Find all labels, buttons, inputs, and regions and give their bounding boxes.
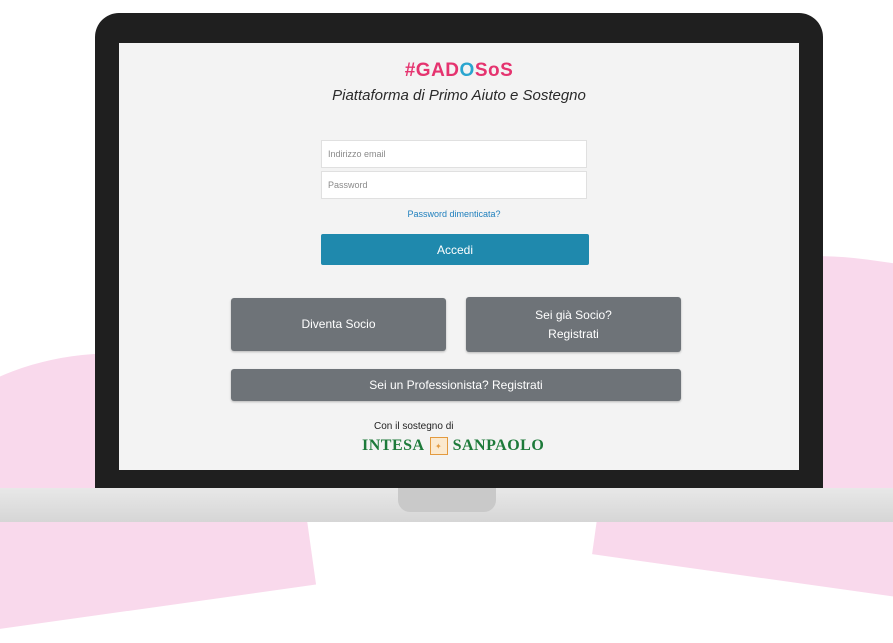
password-field[interactable]: [321, 171, 587, 199]
brand-title-part2: O: [459, 60, 475, 81]
sponsor-name-right: SANPAOLO: [452, 437, 545, 454]
sponsor-name-left: INTESA: [362, 437, 425, 454]
laptop-notch: [398, 488, 496, 512]
sponsor-intro: Con il sostegno di: [374, 421, 454, 432]
become-member-button[interactable]: Diventa Socio: [231, 298, 446, 351]
brand-title-part3: SoS: [474, 60, 514, 81]
existing-member-line1: Sei già Socio?: [535, 307, 612, 322]
brand-tagline: Piattaforma di Primo Aiuto e Sostegno: [332, 87, 586, 104]
email-field[interactable]: [321, 140, 587, 168]
sponsor-emblem-icon: ✦: [429, 437, 448, 455]
existing-member-line2: Registrati: [548, 326, 599, 341]
sponsor-logo: INTESA ✦ SANPAOLO: [362, 436, 544, 456]
login-button[interactable]: Accedi: [321, 234, 589, 265]
laptop-screen: #GADOSoS Piattaforma di Primo Aiuto e So…: [119, 43, 799, 470]
professional-register-button[interactable]: Sei un Professionista? Registrati: [231, 369, 681, 401]
brand-title-part1: #GAD: [404, 60, 460, 81]
brand-title: #GADOSoS: [119, 60, 799, 82]
existing-member-register-button[interactable]: Sei già Socio? Registrati: [466, 297, 681, 352]
forgot-password-link[interactable]: Password dimenticata?: [321, 209, 587, 219]
